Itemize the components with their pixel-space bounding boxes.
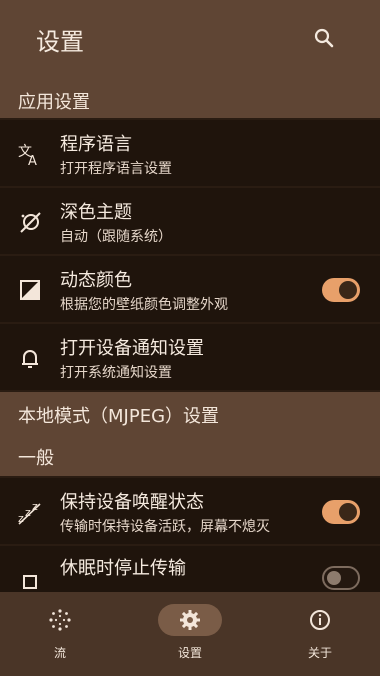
setting-row-language[interactable]: 文 A 程序语言 打开程序语言设置: [0, 120, 380, 186]
search-button[interactable]: [310, 24, 338, 52]
keep-awake-toggle[interactable]: [322, 500, 360, 524]
palette-icon: [20, 280, 40, 300]
setting-row-dynamic-color[interactable]: 动态颜色 根据您的壁纸颜色调整外观: [0, 256, 380, 322]
stream-icon: [49, 609, 71, 631]
setting-subtitle: 自动（跟随系统）: [60, 229, 172, 245]
gear-icon: [180, 610, 200, 630]
dark-mode-icon: [20, 212, 41, 233]
bell-icon: [22, 350, 38, 368]
toggle-knob: [339, 503, 357, 521]
nav-item-about[interactable]: 关于: [260, 592, 380, 676]
section-header-general: 一般: [0, 434, 380, 476]
info-icon: [310, 610, 330, 630]
bottom-navigation: 流 设置 关于: [0, 592, 380, 676]
setting-row-keep-awake[interactable]: z z z 保持设备唤醒状态 传输时保持设备活跃，屏幕不熄灭: [0, 478, 380, 544]
setting-row-notification[interactable]: 打开设备通知设置 打开系统通知设置: [0, 324, 380, 390]
setting-title: 保持设备唤醒状态: [60, 492, 204, 513]
section-header-app: 应用设置: [0, 80, 380, 118]
setting-subtitle: 打开系统通知设置: [60, 365, 172, 381]
setting-row-theme[interactable]: 深色主题 自动（跟随系统）: [0, 188, 380, 254]
nav-label: 设置: [177, 646, 202, 660]
setting-title: 深色主题: [60, 202, 132, 223]
setting-title: 动态颜色: [60, 270, 132, 291]
setting-title: 休眠时停止传输: [60, 558, 186, 579]
setting-title: 打开设备通知设置: [60, 338, 204, 359]
nav-item-settings[interactable]: 设置: [130, 592, 250, 676]
section-label: 应用设置: [18, 92, 90, 113]
dynamic-color-toggle[interactable]: [322, 278, 360, 302]
page-title: 设置: [36, 28, 84, 56]
toggle-knob: [339, 281, 357, 299]
stop-icon: [23, 575, 37, 589]
setting-subtitle: 根据您的壁纸颜色调整外观: [60, 297, 228, 313]
top-app-bar: 设置: [0, 0, 380, 80]
section-label: 一般: [18, 448, 54, 469]
nav-label: 关于: [307, 646, 332, 660]
setting-row-stop-on-sleep[interactable]: 休眠时停止传输: [0, 546, 380, 592]
sleep-icon: z z z: [18, 500, 41, 525]
nav-label: 流: [53, 646, 66, 660]
translate-icon: 文 A: [18, 144, 37, 168]
setting-subtitle: 打开程序语言设置: [60, 161, 172, 177]
toggle-knob: [327, 571, 341, 585]
setting-title: 程序语言: [60, 134, 132, 155]
search-icon: [314, 28, 334, 48]
section-label: 本地模式（MJPEG）设置: [18, 406, 220, 427]
stop-on-sleep-toggle[interactable]: [322, 566, 360, 590]
section-header-local-mode: 本地模式（MJPEG）设置: [0, 392, 380, 434]
setting-subtitle: 传输时保持设备活跃，屏幕不熄灭: [60, 519, 270, 535]
svg-text:A: A: [28, 154, 37, 168]
nav-item-stream[interactable]: 流: [0, 592, 120, 676]
